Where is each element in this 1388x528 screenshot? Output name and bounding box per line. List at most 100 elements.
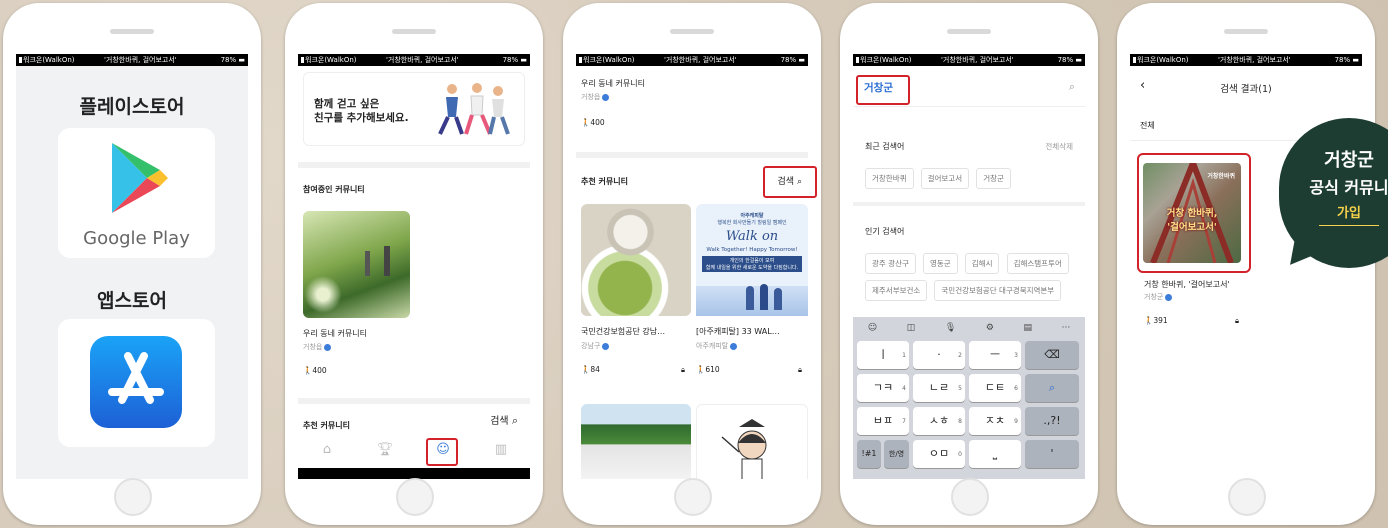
- space-key[interactable]: ⎵: [969, 440, 1021, 468]
- battery-icon: ▬: [238, 56, 245, 64]
- search-key[interactable]: ⌕: [1025, 374, 1079, 402]
- key[interactable]: ㅂㅍ 7: [857, 407, 909, 435]
- popular-chip[interactable]: 영동군: [922, 253, 958, 274]
- banner-text: 함께 내일을 위한 새로운 도약을 다짐합니다.: [705, 265, 799, 271]
- character-illustration: [721, 419, 767, 479]
- verified-icon: [730, 342, 738, 350]
- walker-icon: 🚶: [581, 118, 591, 127]
- banner-line1: 함께 걷고 싶은: [314, 98, 380, 110]
- highlight-box: [426, 438, 458, 466]
- community-card[interactable]: 국민건강보험공단 강남… 강남구 🚶84 🔒︎: [581, 204, 691, 382]
- battery-label: 78%: [220, 56, 237, 64]
- status-title: '거창한바퀴, 걸어보고서': [664, 56, 737, 64]
- map-icon[interactable]: ▥: [491, 440, 511, 460]
- symbol-key[interactable]: !#1: [857, 440, 881, 468]
- play-store-label: 플레이스토어: [79, 96, 185, 118]
- callout-line3: 가입: [1337, 206, 1361, 221]
- apostrophe-key[interactable]: ': [1025, 440, 1079, 468]
- key[interactable]: ㄴㄹ 5: [913, 374, 965, 402]
- status-bar: 워크온(WalkOn) '거창한바퀴, 걸어보고서' 78% ▬: [1130, 54, 1362, 66]
- phone-frame: 워크온(WalkOn) '거창한바퀴, 걸어보고서' 78% ▬ 플레이스토어 …: [3, 3, 261, 525]
- recent-chip[interactable]: 거창군: [976, 168, 1011, 189]
- community-card[interactable]: [581, 404, 691, 479]
- speaker: [392, 29, 436, 34]
- highlight-box: [1137, 153, 1251, 273]
- punctuation-key[interactable]: .,?!: [1025, 407, 1079, 435]
- tab-all[interactable]: 전체: [1140, 120, 1155, 131]
- community-card[interactable]: [696, 404, 808, 479]
- recent-chip[interactable]: 거창한바퀴: [865, 168, 914, 189]
- banner-text: 개인의 한걸음이 모여: [729, 258, 775, 264]
- joined-header: 참여중인 커뮤니티: [303, 185, 365, 194]
- battery-icon: ▬: [1352, 56, 1359, 64]
- battery-icon: ▬: [520, 56, 527, 64]
- home-button[interactable]: [1228, 478, 1266, 516]
- lang-key[interactable]: 한/영: [884, 440, 909, 468]
- community-photo: [303, 211, 410, 318]
- lock-icon: 🔒︎: [681, 365, 685, 374]
- home-button[interactable]: [951, 478, 989, 516]
- search-icon: ⌕: [511, 414, 518, 427]
- popular-chip[interactable]: 제주서부보건소: [865, 280, 928, 301]
- backspace-key[interactable]: ⌫: [1025, 341, 1079, 369]
- emoji-icon[interactable]: ☺: [868, 323, 877, 333]
- card-owner: 아주캐피탈: [696, 342, 729, 350]
- battery-label: 78%: [502, 56, 519, 64]
- clear-all-button[interactable]: 전체삭제: [1045, 141, 1073, 152]
- popular-chip[interactable]: 광주 광산구: [865, 253, 916, 274]
- screen: 워크온(WalkOn) '거창한바퀴, 걸어보고서' 78% ▬ 플레이스토어 …: [16, 54, 248, 479]
- battery-icon: ▬: [1075, 56, 1082, 64]
- popular-chip[interactable]: 김해시: [964, 253, 1000, 274]
- callout-line1: 거창군: [1324, 150, 1374, 171]
- key[interactable]: ㅇㅁ 0: [913, 440, 965, 468]
- home-button[interactable]: [114, 478, 152, 516]
- popular-chip[interactable]: 김해스탬프투어: [1006, 253, 1069, 274]
- community-steps: 400: [590, 118, 605, 127]
- community-steps: 400: [312, 366, 327, 375]
- key[interactable]: ㅅㅎ 8: [913, 407, 965, 435]
- result-owner: 거창군: [1144, 293, 1164, 301]
- speaker: [1224, 29, 1268, 34]
- mic-icon[interactable]: 🎙︎: [945, 323, 956, 333]
- status-bar: 워크온(WalkOn) '거창한바퀴, 걸어보고서' 78% ▬: [853, 54, 1085, 66]
- card-steps: 84: [590, 365, 600, 374]
- sticker-icon[interactable]: ◫: [907, 323, 916, 333]
- community-owner: 거창읍: [303, 343, 323, 351]
- banner-line2: 친구를 추가해보세요.: [314, 112, 409, 124]
- home-button[interactable]: [674, 478, 712, 516]
- walkon-banner: 아주캐피탈 행복한 회사만들기 힐링일 캠페인 Walk on Walk Tog…: [696, 204, 808, 316]
- search-button[interactable]: 검색 ⌕: [490, 412, 518, 428]
- card-steps: 610: [705, 365, 720, 374]
- speaker: [670, 29, 714, 34]
- app-store-tile[interactable]: [58, 319, 215, 447]
- more-icon[interactable]: ···: [1062, 323, 1071, 333]
- key[interactable]: ㄷㅌ 6: [969, 374, 1021, 402]
- key[interactable]: ㄱㅋ 4: [857, 374, 909, 402]
- settings-icon[interactable]: ⚙: [986, 323, 994, 333]
- gif-icon[interactable]: ▤: [1024, 323, 1033, 333]
- community-card[interactable]: 아주캐피탈 행복한 회사만들기 힐링일 캠페인 Walk on Walk Tog…: [696, 204, 808, 382]
- walking-people-illustration: [438, 83, 510, 135]
- home-icon[interactable]: ⌂: [317, 440, 337, 460]
- google-play-tile[interactable]: Google Play: [58, 128, 215, 258]
- home-button[interactable]: [396, 478, 434, 516]
- carrier-label: 워크온(WalkOn): [860, 56, 912, 64]
- key[interactable]: · 2: [913, 341, 965, 369]
- keyboard-toolbar: ☺ ◫ 🎙︎ ⚙ ▤ ···: [853, 317, 1085, 339]
- divider: [298, 162, 530, 168]
- result-steps: 391: [1153, 316, 1168, 325]
- popular-chip[interactable]: 국민건강보험공단 대구경북지역본부: [934, 280, 1062, 301]
- page-title: 검색 결과(1): [1220, 84, 1272, 95]
- recent-chip[interactable]: 걸어보고서: [920, 168, 970, 189]
- key[interactable]: ㅡ3: [969, 341, 1021, 369]
- banner-text: Walk Together! Happy Tomorrow!: [706, 247, 798, 253]
- community-card[interactable]: 우리 동네 커뮤니티 거창읍 🚶400: [303, 211, 413, 381]
- key[interactable]: ㅈㅊ 9: [969, 407, 1021, 435]
- add-friend-banner[interactable]: 함께 걷고 싶은 친구를 추가해보세요.: [303, 72, 525, 146]
- speaker: [110, 29, 154, 34]
- highlight-box: [856, 75, 910, 105]
- search-icon[interactable]: ⌕: [1069, 80, 1075, 94]
- trophy-icon[interactable]: 🏆︎: [375, 440, 395, 460]
- popular-header: 인기 검색어: [865, 227, 905, 236]
- key[interactable]: ㅣ1: [857, 341, 909, 369]
